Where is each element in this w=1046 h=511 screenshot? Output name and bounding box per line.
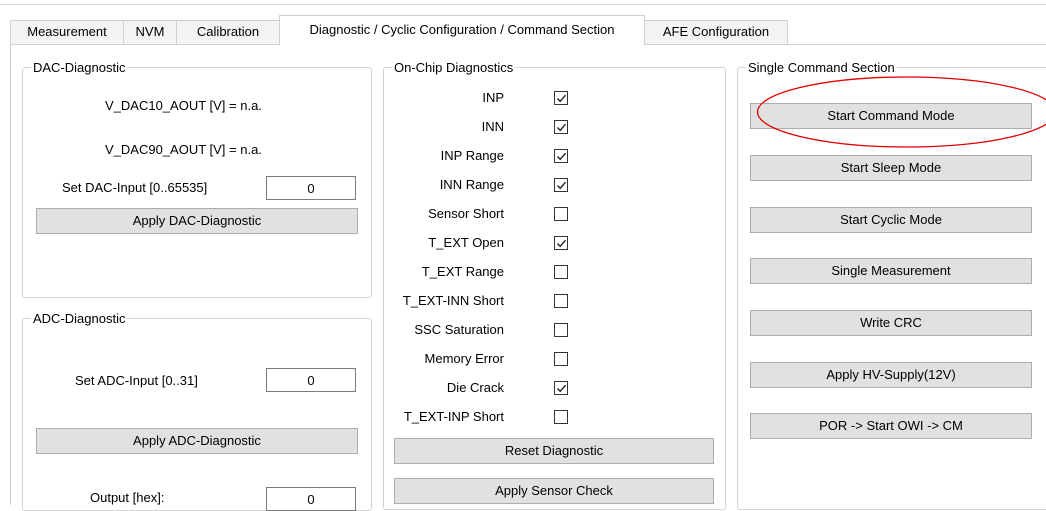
- diagnostic-checkbox[interactable]: [554, 410, 568, 424]
- checkmark-icon: [556, 122, 567, 133]
- diagnostic-checkbox[interactable]: [554, 120, 568, 134]
- diagnostic-label: T_EXT Range: [422, 264, 504, 279]
- diagnostic-checkbox[interactable]: [554, 178, 568, 192]
- start-sleep-mode-button[interactable]: Start Sleep Mode: [750, 155, 1032, 181]
- diagnostic-checkbox[interactable]: [554, 323, 568, 337]
- diagnostic-label: INP Range: [441, 148, 504, 163]
- dac-diagnostic-title: DAC-Diagnostic: [31, 60, 127, 75]
- diagnostic-row: SSC Saturation: [384, 322, 704, 350]
- adc-input-field[interactable]: [266, 368, 356, 392]
- checkmark-icon: [556, 238, 567, 249]
- diagnostic-label: Sensor Short: [428, 206, 504, 221]
- diagnostic-checkbox[interactable]: [554, 207, 568, 221]
- apply-sensor-check-button[interactable]: Apply Sensor Check: [394, 478, 714, 504]
- diagnostic-row: T_EXT Open: [384, 235, 704, 263]
- diagnostic-label: T_EXT-INN Short: [403, 293, 504, 308]
- adc-output-field: [266, 487, 356, 511]
- adc-diagnostic-group: ADC-Diagnostic: [22, 311, 372, 511]
- diagnostic-row: T_EXT-INP Short: [384, 409, 704, 437]
- diagnostic-row: Memory Error: [384, 351, 704, 379]
- diagnostic-checkbox[interactable]: [554, 352, 568, 366]
- apply-adc-diagnostic-button[interactable]: Apply ADC-Diagnostic: [36, 428, 358, 454]
- diagnostic-label: T_EXT Open: [428, 235, 504, 250]
- por-start-owi-cm-button[interactable]: POR -> Start OWI -> CM: [750, 413, 1032, 439]
- checkmark-icon: [556, 151, 567, 162]
- diagnostic-row: T_EXT Range: [384, 264, 704, 292]
- diagnostic-row: Die Crack: [384, 380, 704, 408]
- tab-nvm[interactable]: NVM: [123, 20, 177, 44]
- diagnostic-checkbox[interactable]: [554, 91, 568, 105]
- diagnostic-label: Die Crack: [447, 380, 504, 395]
- tab-bar: Measurement NVM Calibration Diagnostic /…: [0, 0, 1046, 44]
- adc-diagnostic-title: ADC-Diagnostic: [31, 311, 127, 326]
- dac-input-field[interactable]: [266, 176, 356, 200]
- diagnostic-label: INP: [482, 90, 504, 105]
- highlight-ellipse-annotation: [743, 73, 1046, 151]
- dac90-readout: V_DAC90_AOUT [V] = n.a.: [105, 142, 262, 157]
- diagnostic-checkbox[interactable]: [554, 294, 568, 308]
- diagnostic-checkbox[interactable]: [554, 381, 568, 395]
- diagnostic-row: Sensor Short: [384, 206, 704, 234]
- apply-hv-supply-button[interactable]: Apply HV-Supply(12V): [750, 362, 1032, 388]
- tab-diagnostic-cyclic-command[interactable]: Diagnostic / Cyclic Configuration / Comm…: [279, 15, 645, 45]
- diagnostic-row: INP Range: [384, 148, 704, 176]
- start-cyclic-mode-button[interactable]: Start Cyclic Mode: [750, 207, 1032, 233]
- tab-calibration[interactable]: Calibration: [176, 20, 280, 44]
- diagnostic-label: SSC Saturation: [414, 322, 504, 337]
- diagnostic-checkbox[interactable]: [554, 149, 568, 163]
- diagnostic-label: Memory Error: [425, 351, 504, 366]
- checkmark-icon: [556, 180, 567, 191]
- write-crc-button[interactable]: Write CRC: [750, 310, 1032, 336]
- tab-measurement[interactable]: Measurement: [10, 20, 124, 44]
- diagnostic-checkbox[interactable]: [554, 265, 568, 279]
- apply-dac-diagnostic-button[interactable]: Apply DAC-Diagnostic: [36, 208, 358, 234]
- diagnostic-label: INN Range: [440, 177, 504, 192]
- dac-input-label: Set DAC-Input [0..65535]: [62, 180, 207, 195]
- adc-output-label: Output [hex]:: [90, 490, 164, 505]
- checkmark-icon: [556, 93, 567, 104]
- tab-afe-configuration[interactable]: AFE Configuration: [644, 20, 788, 44]
- dac10-readout: V_DAC10_AOUT [V] = n.a.: [105, 98, 262, 113]
- single-measurement-button[interactable]: Single Measurement: [750, 258, 1032, 284]
- diagnostic-row: INN Range: [384, 177, 704, 205]
- diagnostic-row: INP: [384, 90, 704, 118]
- adc-input-label: Set ADC-Input [0..31]: [75, 373, 198, 388]
- reset-diagnostic-button[interactable]: Reset Diagnostic: [394, 438, 714, 464]
- diagnostic-label: INN: [482, 119, 504, 134]
- diagnostic-checkbox[interactable]: [554, 236, 568, 250]
- checkmark-icon: [556, 383, 567, 394]
- on-chip-diagnostics-title: On-Chip Diagnostics: [392, 60, 515, 75]
- diagnostic-label: T_EXT-INP Short: [404, 409, 504, 424]
- diagnostic-row: INN: [384, 119, 704, 147]
- diagnostic-row: T_EXT-INN Short: [384, 293, 704, 321]
